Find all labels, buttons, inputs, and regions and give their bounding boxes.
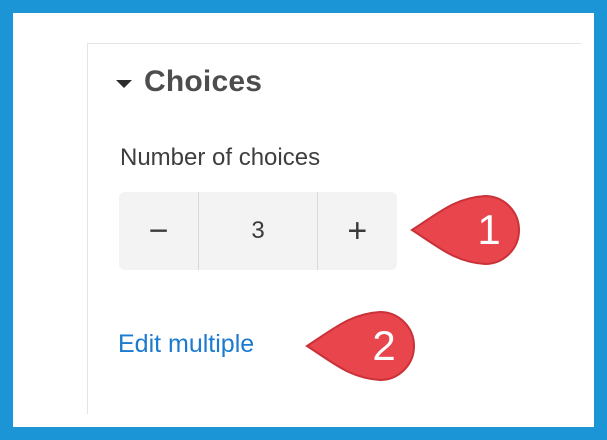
choices-count-input[interactable]: 3 [198, 192, 318, 270]
panel-left-divider [87, 43, 88, 414]
callout-number: 2 [372, 322, 396, 369]
choices-stepper: − 3 + [119, 192, 397, 270]
section-title: Choices [144, 65, 263, 98]
edit-multiple-link[interactable]: Edit multiple [118, 330, 254, 359]
increment-button[interactable]: + [318, 192, 397, 270]
panel-top-divider [87, 43, 581, 44]
callout-number: 1 [477, 206, 501, 253]
caret-down-icon [116, 80, 132, 88]
decrement-button[interactable]: − [119, 192, 198, 270]
callout-marker-1: 1 [410, 190, 530, 270]
choices-section-toggle[interactable]: Choices [116, 62, 262, 102]
number-of-choices-label: Number of choices [120, 144, 321, 171]
callout-marker-2: 2 [305, 306, 425, 386]
